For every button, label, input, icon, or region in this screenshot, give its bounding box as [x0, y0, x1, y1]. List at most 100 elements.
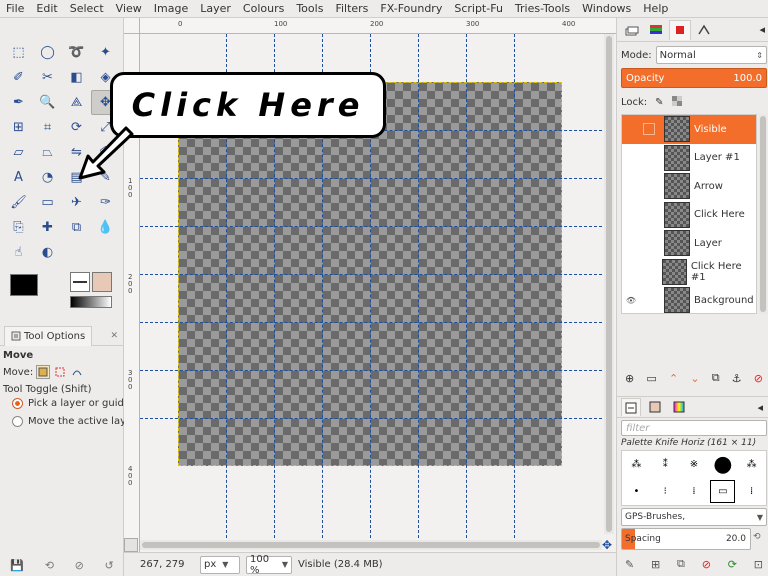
scroll-thumb[interactable] [760, 116, 766, 312]
open-brush-icon[interactable]: ⊡ [754, 558, 763, 571]
restore-options-icon[interactable]: ⟲ [45, 559, 54, 572]
menu-script-fu[interactable]: Script-Fu [448, 0, 509, 17]
move-path-mode-button[interactable] [70, 365, 84, 379]
visibility-eye-icon[interactable] [622, 172, 640, 200]
chain-link-toggle[interactable] [640, 229, 658, 257]
scroll-thumb[interactable] [606, 36, 612, 532]
horizontal-guide[interactable] [140, 226, 602, 227]
opacity-slider[interactable]: Opacity 100.0 [621, 68, 767, 88]
brush-item-selected[interactable]: ▭ [710, 480, 736, 503]
delete-layer-icon[interactable]: ⊘ [754, 372, 763, 385]
horizontal-guide[interactable] [140, 418, 602, 419]
blur-tool-button[interactable]: 💧 [91, 215, 120, 240]
menu-select[interactable]: Select [64, 0, 110, 17]
visibility-eye-icon[interactable] [622, 229, 640, 257]
vertical-scrollbar[interactable] [604, 34, 614, 534]
brush-item[interactable]: ● [708, 451, 737, 478]
menu-tries-tools[interactable]: Tries-Tools [509, 0, 576, 17]
new-layer-icon[interactable]: ⊕ [625, 372, 634, 385]
visibility-eye-icon[interactable] [622, 258, 639, 286]
crop-tool-button[interactable]: ⌗ [33, 115, 62, 140]
close-tab-icon[interactable]: ✕ [110, 331, 118, 341]
brush-item[interactable]: ⁂ [622, 451, 651, 478]
zoom-select[interactable]: 100 % ▼ [246, 554, 292, 576]
active-brush-indicator[interactable] [70, 272, 90, 292]
perspective-tool-button[interactable]: ⏢ [33, 140, 62, 165]
brush-item[interactable]: ⁂ [737, 451, 766, 478]
scroll-thumb[interactable] [142, 542, 600, 548]
vertical-guide[interactable] [466, 34, 467, 538]
chain-link-toggle[interactable] [640, 201, 658, 229]
duplicate-layer-icon[interactable]: ⧉ [712, 371, 720, 385]
chain-link-toggle[interactable] [640, 172, 658, 200]
brush-item[interactable]: • [622, 478, 651, 505]
scissors-tool-button[interactable]: ✂ [33, 65, 62, 90]
tab-patterns[interactable] [645, 398, 665, 416]
lower-layer-icon[interactable]: ⌄ [690, 372, 699, 385]
tab-gradients[interactable] [669, 398, 689, 416]
foreground-select-tool-button[interactable]: ◧ [62, 65, 91, 90]
brush-item[interactable]: ⁑ [651, 451, 680, 478]
visibility-eye-icon[interactable] [622, 115, 640, 143]
foreground-color-swatch[interactable] [10, 274, 38, 296]
horizontal-guide[interactable] [140, 274, 602, 275]
layer-row[interactable]: 👁 Background [622, 286, 756, 315]
tab-layers[interactable] [621, 20, 643, 40]
smudge-tool-button[interactable]: ☝ [4, 240, 33, 265]
spacing-slider[interactable]: Spacing 20.0 [621, 528, 751, 550]
menu-colours[interactable]: Colours [237, 0, 290, 17]
align-tool-button[interactable]: ⊞ [4, 115, 33, 140]
quick-mask-toggle[interactable] [124, 538, 138, 552]
delete-brush-icon[interactable]: ⊘ [702, 558, 711, 571]
paths-tool-button[interactable]: ✒ [4, 90, 33, 115]
radio-pick-layer[interactable]: Pick a layer or guide [12, 398, 130, 409]
tab-brushes[interactable] [621, 398, 641, 416]
chain-link-toggle[interactable] [640, 144, 658, 172]
clone-tool-button[interactable]: ⎘ [4, 215, 33, 240]
new-layer-group-icon[interactable]: ▭ [646, 372, 656, 385]
layers-scrollbar[interactable] [759, 114, 767, 314]
visibility-eye-icon[interactable] [622, 201, 640, 229]
anchor-layer-icon[interactable]: ⚓ [732, 372, 742, 385]
visibility-eye-icon[interactable] [622, 144, 640, 172]
active-gradient-indicator[interactable] [70, 296, 112, 308]
new-brush-icon[interactable]: ⊞ [651, 558, 660, 571]
menu-image[interactable]: Image [148, 0, 194, 17]
menu-windows[interactable]: Windows [576, 0, 637, 17]
vertical-guide[interactable] [514, 34, 515, 538]
tab-tool-options[interactable]: Tool Options [4, 325, 93, 346]
layer-row[interactable]: Arrow [622, 172, 756, 201]
layer-row[interactable]: Visible [622, 115, 756, 144]
dock-menu-icon[interactable]: ◂ [759, 23, 765, 36]
chain-link-toggle[interactable] [640, 286, 658, 314]
tab-paths[interactable] [669, 19, 691, 40]
shear-tool-button[interactable]: ▱ [4, 140, 33, 165]
delete-options-icon[interactable]: ⊘ [75, 559, 84, 572]
brush-item[interactable]: ⁞ [680, 478, 709, 505]
menu-filters[interactable]: Filters [329, 0, 374, 17]
lock-pixels-icon[interactable]: ✎ [655, 97, 663, 108]
raise-layer-icon[interactable]: ⌃ [669, 372, 678, 385]
refresh-brushes-icon[interactable]: ⟳ [728, 558, 737, 571]
vertical-guide[interactable] [418, 34, 419, 538]
horizontal-guide[interactable] [140, 322, 602, 323]
horizontal-scrollbar[interactable] [140, 540, 602, 550]
brush-item[interactable]: ※ [680, 451, 709, 478]
menu-layer[interactable]: Layer [194, 0, 237, 17]
save-options-icon[interactable]: 💾 [10, 559, 24, 572]
reset-options-icon[interactable]: ↺ [104, 559, 113, 572]
rect-select-tool-button[interactable]: ⬚ [4, 40, 33, 65]
horizontal-guide[interactable] [140, 370, 602, 371]
visibility-eye-icon[interactable]: 👁 [622, 286, 640, 314]
fuzzy-select-tool-button[interactable]: ✦ [91, 40, 120, 65]
brush-tag-select[interactable]: GPS-Brushes, ▼ [621, 508, 767, 526]
horizontal-guide[interactable] [140, 178, 602, 179]
navigate-icon[interactable]: ✥ [602, 538, 612, 552]
menu-tools[interactable]: Tools [290, 0, 329, 17]
horizontal-ruler[interactable]: 0 100 200 300 400 [140, 18, 616, 34]
menu-view[interactable]: View [110, 0, 148, 17]
paintbrush-tool-button[interactable]: 🖌 [4, 190, 33, 215]
menu-file[interactable]: File [0, 0, 30, 17]
chain-link-toggle[interactable] [640, 115, 658, 143]
brush-filter-input[interactable]: filter [621, 420, 767, 436]
